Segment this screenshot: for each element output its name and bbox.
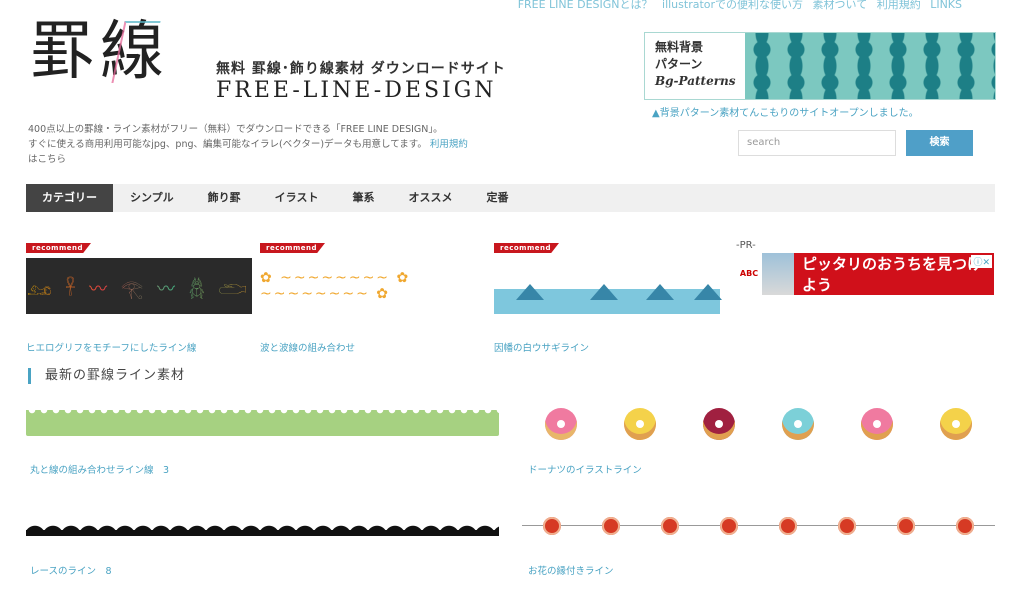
intro-text-3: はこちら xyxy=(28,154,67,165)
flower-icon xyxy=(779,517,798,535)
section-title: 最新の罫線ライン素材 xyxy=(28,368,185,384)
flower-icon xyxy=(956,517,975,535)
logo-kanji-2: 線 xyxy=(100,15,170,89)
rabbit-icon xyxy=(694,284,722,300)
rabbit-icon xyxy=(646,284,674,300)
ad-copy: ピッタリのおうちを見つけよう xyxy=(802,255,983,294)
recommend-caption[interactable]: 因幡の白ウサギライン xyxy=(494,340,720,354)
ad-banner[interactable]: ABC ピッタリのおうちを見つけよう ⓘ✕ xyxy=(736,253,994,295)
intro-text-1: 400点以上の罫線・ライン素材がフリー（無料）でダウンロードできる「FREE L… xyxy=(28,124,443,135)
hieroglyph-line-image: 𓃭 𓋹 〰 𓂀 〰 𓆣 𓂧 xyxy=(26,258,252,314)
recommend-badge: recommend xyxy=(260,243,325,253)
tab-standard[interactable]: 定番 xyxy=(469,184,525,212)
rabbit-icon xyxy=(516,284,544,300)
ad-close-icon[interactable]: ⓘ✕ xyxy=(971,255,992,268)
nav-link-terms[interactable]: 利用規約 xyxy=(877,0,921,11)
site-intro: 400点以上の罫線・ライン素材がフリー（無料）でダウンロードできる「FREE L… xyxy=(28,122,514,167)
rabbit-line-image xyxy=(494,258,722,314)
bg-patterns-banner[interactable]: 無料背景 パターン Bg-Patterns xyxy=(644,32,996,100)
tab-decorative[interactable]: 飾り罫 xyxy=(191,184,258,212)
bg-banner-line1: 無料背景 xyxy=(655,40,704,54)
nav-link-about[interactable]: FREE LINE DESIGNとは？ xyxy=(518,0,653,11)
donut-icon xyxy=(860,408,893,440)
donut-icon xyxy=(624,408,657,440)
donut-line-image[interactable] xyxy=(522,406,995,442)
lace-line-image[interactable] xyxy=(26,512,499,536)
donut-icon xyxy=(545,408,578,440)
recommend-caption[interactable]: 波と波線の組み合わせ xyxy=(260,340,486,354)
top-nav: FREE LINE DESIGNとは？ illustratorでの便利な使い方 … xyxy=(512,0,962,12)
donut-icon xyxy=(781,408,814,440)
site-logo[interactable]: 罫線 xyxy=(30,12,170,92)
ad-house-image xyxy=(762,253,794,295)
latest-caption[interactable]: お花の縁付きライン xyxy=(528,563,614,577)
circle-line-image[interactable] xyxy=(26,410,499,436)
recommend-badge: recommend xyxy=(26,243,91,253)
recommend-caption[interactable]: ヒエログリフをモチーフにしたライン線 xyxy=(26,340,252,354)
search-input[interactable]: search xyxy=(738,130,896,156)
damask-pattern-image xyxy=(745,33,995,99)
nav-link-materials[interactable]: 素材ついて xyxy=(813,0,868,11)
search-button[interactable]: 検索 xyxy=(906,130,973,156)
latest-caption[interactable]: レースのライン 8 xyxy=(30,563,112,577)
flower-icon xyxy=(719,517,738,535)
category-bar: カテゴリー シンプル 飾り罫 イラスト 筆系 オススメ 定番 xyxy=(26,184,995,212)
donut-icon xyxy=(939,408,972,440)
nav-link-illustrator[interactable]: illustratorでの便利な使い方 xyxy=(662,0,803,11)
flower-line-image[interactable] xyxy=(522,514,995,538)
tab-illust[interactable]: イラスト xyxy=(258,184,336,212)
flower-icon xyxy=(838,517,857,535)
site-tagline: 無料 罫線･飾り線素材 ダウンロードサイト xyxy=(216,61,506,77)
flower-icon xyxy=(660,517,679,535)
flower-icon xyxy=(601,517,620,535)
hieroglyph-glyphs: 𓃭 𓋹 〰 𓂀 〰 𓆣 𓂧 xyxy=(27,271,251,301)
recommend-card[interactable]: recommend 因幡の白ウサギライン xyxy=(494,235,722,354)
wave-line-image: ✿ ~~~~~~~~ ✿ ~~~~~~~~ ✿ xyxy=(260,258,486,314)
terms-link[interactable]: 利用規約 xyxy=(430,139,468,150)
tab-recommended[interactable]: オススメ xyxy=(391,184,469,212)
site-brand: FREE-LINE-DESIGN xyxy=(216,78,497,103)
bg-banner-text: 無料背景 パターン Bg-Patterns xyxy=(645,33,745,99)
ad-logo: ABC xyxy=(736,253,762,295)
tab-simple[interactable]: シンプル xyxy=(113,184,191,212)
bg-banner-line2: パターン xyxy=(655,57,703,71)
recommend-badge: recommend xyxy=(494,243,559,253)
wave-glyphs: ✿ ~~~~~~~~ ✿ ~~~~~~~~ ✿ xyxy=(260,270,411,302)
pr-label: -PR- xyxy=(736,240,756,251)
bg-banner-note[interactable]: ▲背景パターン素材てんこもりのサイトオープンしました。 xyxy=(652,104,919,119)
donut-icon xyxy=(703,408,736,440)
bg-banner-line3: Bg-Patterns xyxy=(655,74,736,88)
tab-category[interactable]: カテゴリー xyxy=(26,184,113,212)
flower-icon xyxy=(897,517,916,535)
recommend-card[interactable]: recommend ✿ ~~~~~~~~ ✿ ~~~~~~~~ ✿ 波と波線の組… xyxy=(260,235,486,354)
rabbit-icon xyxy=(590,284,618,300)
nav-link-links[interactable]: LINKS xyxy=(930,0,962,11)
latest-caption[interactable]: ドーナツのイラストライン xyxy=(528,462,642,476)
recommend-card[interactable]: recommend 𓃭 𓋹 〰 𓂀 〰 𓆣 𓂧 ヒエログリフをモチーフにしたライ… xyxy=(26,235,252,354)
intro-text-2: すぐに使える商用利用可能なjpg、png、編集可能なイラレ(ベクター)データも用… xyxy=(28,139,427,150)
flower-icon xyxy=(542,517,561,535)
tab-brush[interactable]: 筆系 xyxy=(335,184,391,212)
logo-kanji-1: 罫 xyxy=(30,15,100,89)
latest-caption[interactable]: 丸と線の組み合わせライン線 3 xyxy=(30,462,169,476)
